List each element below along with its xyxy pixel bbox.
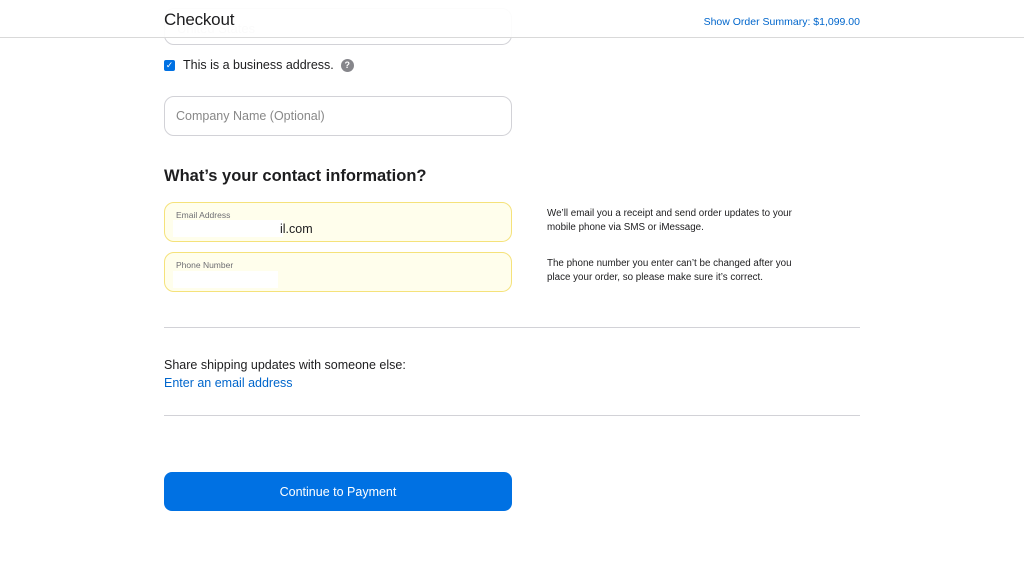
show-order-summary-link[interactable]: Show Order Summary: $1,099.00 xyxy=(704,16,860,28)
business-address-label[interactable]: This is a business address. xyxy=(183,58,334,72)
redacted-area xyxy=(173,271,278,288)
contact-heading: What’s your contact information? xyxy=(164,167,427,185)
company-name-input[interactable]: Company Name (Optional) xyxy=(164,96,512,136)
business-address-row: ✓ This is a business address. ? xyxy=(164,58,354,72)
email-field[interactable]: Email Address il.com xyxy=(164,202,512,242)
help-icon[interactable]: ? xyxy=(340,58,354,72)
enter-email-link[interactable]: Enter an email address xyxy=(164,376,293,390)
page-title: Checkout xyxy=(164,10,235,29)
business-address-checkbox[interactable]: ✓ xyxy=(164,59,175,71)
email-note: We’ll email you a receipt and send order… xyxy=(547,208,792,233)
phone-field[interactable]: Phone Number xyxy=(164,252,512,292)
continue-to-payment-button[interactable]: Continue to Payment xyxy=(164,472,512,511)
email-label: Email Address xyxy=(176,210,231,220)
header: Checkout Show Order Summary: $1,099.00 xyxy=(0,0,1024,38)
email-value: il.com xyxy=(280,222,313,236)
company-name-placeholder: Company Name (Optional) xyxy=(176,109,325,123)
phone-label: Phone Number xyxy=(176,260,234,270)
divider xyxy=(164,415,860,416)
divider xyxy=(164,327,860,328)
share-updates-label: Share shipping updates with someone else… xyxy=(164,358,406,372)
redacted-area xyxy=(173,220,283,237)
phone-note: The phone number you enter can’t be chan… xyxy=(547,258,792,283)
